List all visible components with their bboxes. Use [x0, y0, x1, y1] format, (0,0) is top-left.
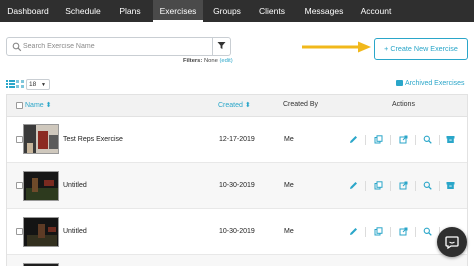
archive-box-icon — [396, 80, 403, 86]
filters-summary: Filters: None (edit) — [183, 58, 233, 64]
header-name[interactable]: Name ⬍ — [25, 101, 51, 109]
header-actions: Actions — [392, 101, 415, 108]
search-icon — [12, 42, 22, 52]
search-input[interactable] — [23, 40, 213, 53]
action-divider — [415, 134, 416, 145]
grid-view-icon[interactable] — [16, 80, 24, 88]
filter-button[interactable] — [212, 38, 230, 55]
created-by: Me — [284, 136, 294, 143]
archive-icon[interactable] — [446, 135, 455, 144]
action-divider — [439, 180, 440, 191]
action-divider — [365, 180, 366, 191]
nav-item-schedule[interactable]: Schedule — [58, 0, 108, 22]
archive-icon[interactable] — [446, 181, 455, 190]
nav-item-messages[interactable]: Messages — [299, 0, 349, 22]
action-divider — [390, 134, 391, 145]
edit-pencil-icon[interactable] — [349, 135, 358, 144]
header-created-by: Created By — [283, 101, 319, 108]
action-divider — [365, 134, 366, 145]
nav-item-plans[interactable]: Plans — [111, 0, 149, 22]
row-checkbox[interactable] — [16, 182, 23, 189]
list-view-icon[interactable] — [6, 80, 15, 88]
table-row[interactable]: Untitled 10-30-2019 Me — [7, 209, 467, 255]
created-date: 12-17-2019 — [219, 136, 255, 143]
page-size-value: 18 — [29, 81, 37, 88]
filters-edit-link[interactable]: (edit) — [219, 58, 232, 64]
action-divider — [415, 180, 416, 191]
select-all-checkbox[interactable] — [16, 102, 23, 109]
page-size-select[interactable]: 18 ▼ — [26, 79, 50, 90]
action-divider — [390, 226, 391, 237]
action-divider — [390, 180, 391, 191]
nav-item-exercises[interactable]: Exercises — [153, 0, 203, 22]
open-external-icon[interactable] — [399, 227, 408, 236]
arrow-annotation-icon — [302, 41, 371, 53]
chevron-down-icon: ▼ — [41, 82, 46, 88]
top-nav-bar: Dashboard Schedule Plans Exercises Group… — [0, 0, 474, 22]
nav-item-account[interactable]: Account — [356, 0, 396, 22]
nav-item-groups[interactable]: Groups — [207, 0, 247, 22]
edit-pencil-icon[interactable] — [349, 181, 358, 190]
filters-label: Filters: — [183, 58, 203, 64]
chat-bubble-icon — [445, 236, 459, 249]
exercise-thumbnail[interactable] — [23, 171, 59, 201]
table-row[interactable] — [7, 255, 467, 266]
filters-value: None — [203, 58, 218, 64]
preview-search-icon[interactable] — [423, 135, 432, 144]
exercise-thumbnail[interactable] — [23, 217, 59, 247]
filter-funnel-icon — [217, 42, 226, 49]
copy-icon[interactable] — [374, 227, 383, 236]
create-new-exercise-button[interactable]: + Create New Exercise — [374, 38, 468, 60]
archived-label: Archived Exercises — [405, 80, 465, 87]
exercise-name[interactable]: Untitled — [63, 228, 87, 235]
header-created[interactable]: Created ⬍ — [218, 101, 251, 109]
preview-search-icon[interactable] — [423, 227, 432, 236]
action-divider — [439, 134, 440, 145]
copy-icon[interactable] — [374, 135, 383, 144]
created-date: 10-30-2019 — [219, 228, 255, 235]
created-by: Me — [284, 228, 294, 235]
open-external-icon[interactable] — [399, 135, 408, 144]
exercise-name[interactable]: Untitled — [63, 182, 87, 189]
action-divider — [415, 226, 416, 237]
created-date: 10-30-2019 — [219, 182, 255, 189]
video-thumbnail-image — [24, 125, 58, 153]
exercise-thumbnail[interactable] — [23, 124, 59, 154]
table-row[interactable]: Untitled 10-30-2019 Me — [7, 163, 467, 209]
exercise-name[interactable]: Test Reps Exercise — [63, 136, 123, 143]
search-box — [6, 37, 231, 56]
open-external-icon[interactable] — [399, 181, 408, 190]
nav-item-clients[interactable]: Clients — [253, 0, 291, 22]
archived-exercises-link[interactable]: Archived Exercises — [396, 80, 465, 87]
nav-item-dashboard[interactable]: Dashboard — [2, 0, 54, 22]
chat-launcher-button[interactable] — [437, 227, 467, 257]
preview-search-icon[interactable] — [423, 181, 432, 190]
row-checkbox[interactable] — [16, 136, 23, 143]
video-thumbnail-image — [24, 172, 58, 200]
table-row[interactable]: Test Reps Exercise 12-17-2019 Me — [7, 117, 467, 163]
copy-icon[interactable] — [374, 181, 383, 190]
action-divider — [365, 226, 366, 237]
created-by: Me — [284, 182, 294, 189]
row-checkbox[interactable] — [16, 228, 23, 235]
video-thumbnail-image — [24, 218, 58, 246]
edit-pencil-icon[interactable] — [349, 227, 358, 236]
exercises-table: Name ⬍ Created ⬍ Created By Actions Test… — [6, 94, 468, 266]
table-header: Name ⬍ Created ⬍ Created By Actions — [7, 95, 467, 117]
